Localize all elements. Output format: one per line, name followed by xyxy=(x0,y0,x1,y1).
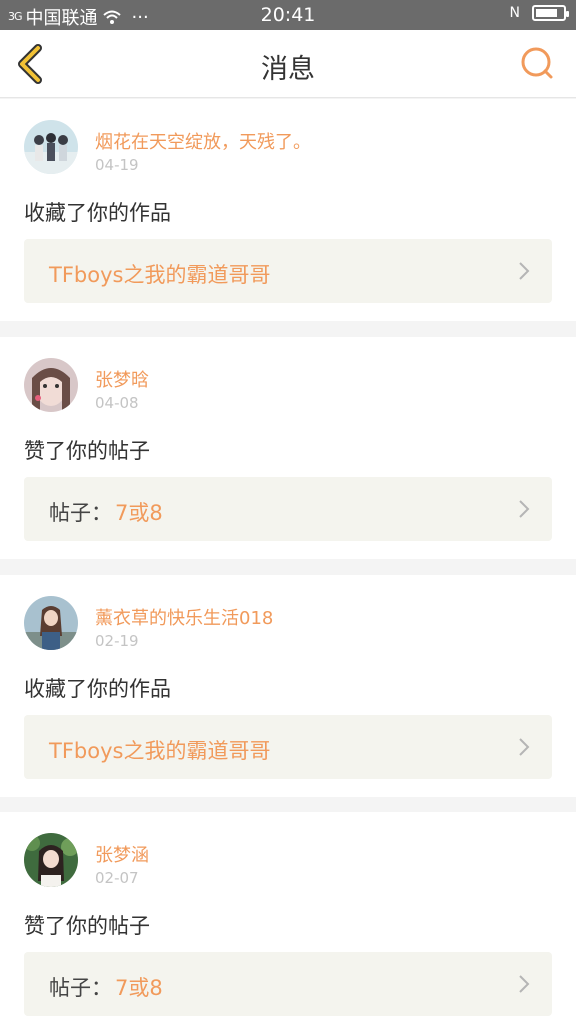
chevron-right-icon xyxy=(519,738,530,756)
chevron-right-icon xyxy=(519,262,530,280)
referenced-title: TFboys之我的霸道哥哥 xyxy=(49,739,271,763)
username[interactable]: 张梦晗 xyxy=(95,366,149,392)
post-prefix: 帖子： xyxy=(49,976,112,1000)
status-bar: 3G 中国联通 ··· 20:41 N xyxy=(0,0,576,30)
status-right: N xyxy=(509,5,569,21)
chevron-right-icon xyxy=(519,975,530,993)
avatar[interactable] xyxy=(24,358,78,412)
referenced-work-link[interactable]: TFboys之我的霸道哥哥 xyxy=(24,715,552,779)
search-button[interactable] xyxy=(518,44,558,84)
page-title: 消息 xyxy=(261,54,315,85)
referenced-title: 7或8 xyxy=(115,501,163,525)
nfc-icon: N xyxy=(509,5,520,21)
message-card: 烟花在天空绽放，天残了。 04-19 收藏了你的作品 TFboys之我的霸道哥哥 xyxy=(0,99,576,321)
post-prefix: 帖子： xyxy=(49,501,112,525)
message-date: 02-07 xyxy=(95,869,139,887)
message-date: 04-08 xyxy=(95,394,139,412)
action-text: 收藏了你的作品 xyxy=(24,201,171,225)
message-card: 薰衣草的快乐生活018 02-19 收藏了你的作品 TFboys之我的霸道哥哥 xyxy=(0,575,576,797)
referenced-title: 7或8 xyxy=(115,976,163,1000)
referenced-post-link[interactable]: 帖子： 7或8 xyxy=(24,477,552,541)
message-card: 张梦涵 02-07 赞了你的帖子 帖子： 7或8 xyxy=(0,812,576,1024)
referenced-work-link[interactable]: TFboys之我的霸道哥哥 xyxy=(24,239,552,303)
referenced-post-link[interactable]: 帖子： 7或8 xyxy=(24,952,552,1016)
username[interactable]: 烟花在天空绽放，天残了。 xyxy=(95,128,311,154)
avatar[interactable] xyxy=(24,833,78,887)
status-time: 20:41 xyxy=(260,4,316,26)
message-date: 04-19 xyxy=(95,156,139,174)
action-text: 赞了你的帖子 xyxy=(24,914,150,938)
search-icon xyxy=(521,47,553,79)
battery-level xyxy=(536,9,557,17)
avatar[interactable] xyxy=(24,120,78,174)
username[interactable]: 薰衣草的快乐生活018 xyxy=(95,604,273,630)
referenced-title: TFboys之我的霸道哥哥 xyxy=(49,263,271,287)
message-card: 张梦晗 04-08 赞了你的帖子 帖子： 7或8 xyxy=(0,337,576,559)
username[interactable]: 张梦涵 xyxy=(95,841,149,867)
chevron-right-icon xyxy=(519,500,530,518)
action-text: 收藏了你的作品 xyxy=(24,677,171,701)
battery-icon xyxy=(532,5,569,21)
action-text: 赞了你的帖子 xyxy=(24,439,150,463)
nav-bar: 消息 xyxy=(0,30,576,98)
message-date: 02-19 xyxy=(95,632,139,650)
avatar[interactable] xyxy=(24,596,78,650)
